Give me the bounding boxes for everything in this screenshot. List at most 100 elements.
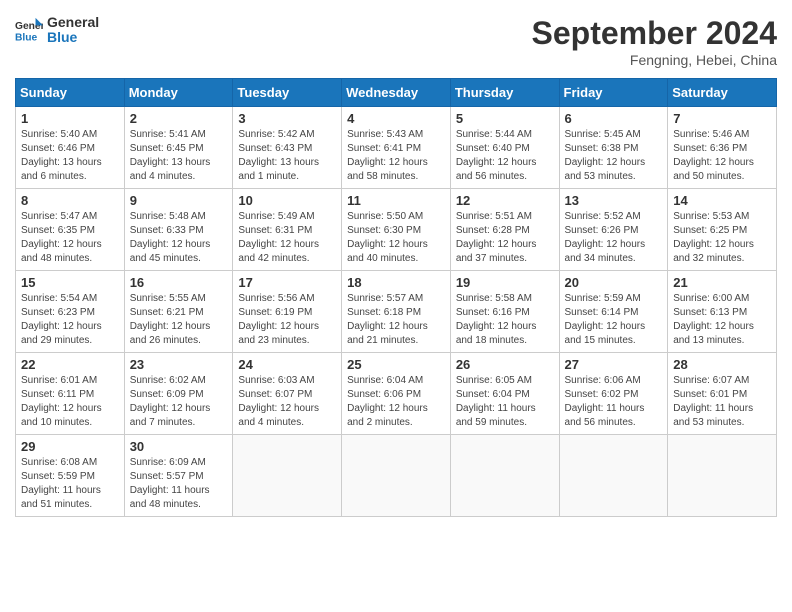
empty-cell-5 xyxy=(668,435,777,517)
day-cell-27: 27 Sunrise: 6:06 AM Sunset: 6:02 PM Dayl… xyxy=(559,353,668,435)
page-header: General Blue General Blue September 2024… xyxy=(15,15,777,68)
day-number-6: 6 xyxy=(565,111,663,126)
day-cell-21: 21 Sunrise: 6:00 AM Sunset: 6:13 PM Dayl… xyxy=(668,271,777,353)
day-info-26: Sunrise: 6:05 AM Sunset: 6:04 PM Dayligh… xyxy=(456,374,554,430)
day-info-24: Sunrise: 6:03 AM Sunset: 6:07 PM Dayligh… xyxy=(238,374,336,430)
header-friday: Friday xyxy=(559,79,668,107)
day-info-11: Sunrise: 5:50 AM Sunset: 6:30 PM Dayligh… xyxy=(347,210,445,266)
day-cell-26: 26 Sunrise: 6:05 AM Sunset: 6:04 PM Dayl… xyxy=(450,353,559,435)
day-cell-12: 12 Sunrise: 5:51 AM Sunset: 6:28 PM Dayl… xyxy=(450,189,559,271)
day-info-4: Sunrise: 5:43 AM Sunset: 6:41 PM Dayligh… xyxy=(347,128,445,184)
day-cell-10: 10 Sunrise: 5:49 AM Sunset: 6:31 PM Dayl… xyxy=(233,189,342,271)
day-cell-17: 17 Sunrise: 5:56 AM Sunset: 6:19 PM Dayl… xyxy=(233,271,342,353)
day-info-27: Sunrise: 6:06 AM Sunset: 6:02 PM Dayligh… xyxy=(565,374,663,430)
day-cell-20: 20 Sunrise: 5:59 AM Sunset: 6:14 PM Dayl… xyxy=(559,271,668,353)
day-info-6: Sunrise: 5:45 AM Sunset: 6:38 PM Dayligh… xyxy=(565,128,663,184)
week-row-2: 8 Sunrise: 5:47 AM Sunset: 6:35 PM Dayli… xyxy=(16,189,777,271)
day-number-28: 28 xyxy=(673,357,771,372)
day-cell-25: 25 Sunrise: 6:04 AM Sunset: 6:06 PM Dayl… xyxy=(342,353,451,435)
day-info-16: Sunrise: 5:55 AM Sunset: 6:21 PM Dayligh… xyxy=(130,292,228,348)
week-row-1: 1 Sunrise: 5:40 AM Sunset: 6:46 PM Dayli… xyxy=(16,107,777,189)
day-number-10: 10 xyxy=(238,193,336,208)
day-cell-29: 29 Sunrise: 6:08 AM Sunset: 5:59 PM Dayl… xyxy=(16,435,125,517)
day-number-5: 5 xyxy=(456,111,554,126)
day-number-15: 15 xyxy=(21,275,119,290)
day-number-19: 19 xyxy=(456,275,554,290)
day-number-8: 8 xyxy=(21,193,119,208)
header-tuesday: Tuesday xyxy=(233,79,342,107)
day-info-17: Sunrise: 5:56 AM Sunset: 6:19 PM Dayligh… xyxy=(238,292,336,348)
header-wednesday: Wednesday xyxy=(342,79,451,107)
day-number-18: 18 xyxy=(347,275,445,290)
day-info-2: Sunrise: 5:41 AM Sunset: 6:45 PM Dayligh… xyxy=(130,128,228,184)
day-info-7: Sunrise: 5:46 AM Sunset: 6:36 PM Dayligh… xyxy=(673,128,771,184)
logo-icon: General Blue xyxy=(15,16,43,44)
day-info-29: Sunrise: 6:08 AM Sunset: 5:59 PM Dayligh… xyxy=(21,456,119,512)
day-cell-15: 15 Sunrise: 5:54 AM Sunset: 6:23 PM Dayl… xyxy=(16,271,125,353)
day-number-20: 20 xyxy=(565,275,663,290)
day-number-26: 26 xyxy=(456,357,554,372)
day-number-4: 4 xyxy=(347,111,445,126)
day-info-12: Sunrise: 5:51 AM Sunset: 6:28 PM Dayligh… xyxy=(456,210,554,266)
day-cell-24: 24 Sunrise: 6:03 AM Sunset: 6:07 PM Dayl… xyxy=(233,353,342,435)
day-info-14: Sunrise: 5:53 AM Sunset: 6:25 PM Dayligh… xyxy=(673,210,771,266)
day-cell-8: 8 Sunrise: 5:47 AM Sunset: 6:35 PM Dayli… xyxy=(16,189,125,271)
day-number-9: 9 xyxy=(130,193,228,208)
day-info-9: Sunrise: 5:48 AM Sunset: 6:33 PM Dayligh… xyxy=(130,210,228,266)
week-row-4: 22 Sunrise: 6:01 AM Sunset: 6:11 PM Dayl… xyxy=(16,353,777,435)
day-number-13: 13 xyxy=(565,193,663,208)
day-info-18: Sunrise: 5:57 AM Sunset: 6:18 PM Dayligh… xyxy=(347,292,445,348)
logo-general: General xyxy=(47,15,99,30)
week-row-5: 29 Sunrise: 6:08 AM Sunset: 5:59 PM Dayl… xyxy=(16,435,777,517)
day-cell-4: 4 Sunrise: 5:43 AM Sunset: 6:41 PM Dayli… xyxy=(342,107,451,189)
day-info-19: Sunrise: 5:58 AM Sunset: 6:16 PM Dayligh… xyxy=(456,292,554,348)
day-cell-14: 14 Sunrise: 5:53 AM Sunset: 6:25 PM Dayl… xyxy=(668,189,777,271)
header-thursday: Thursday xyxy=(450,79,559,107)
calendar-table: Sunday Monday Tuesday Wednesday Thursday… xyxy=(15,78,777,517)
weekday-header-row: Sunday Monday Tuesday Wednesday Thursday… xyxy=(16,79,777,107)
day-cell-18: 18 Sunrise: 5:57 AM Sunset: 6:18 PM Dayl… xyxy=(342,271,451,353)
day-cell-11: 11 Sunrise: 5:50 AM Sunset: 6:30 PM Dayl… xyxy=(342,189,451,271)
day-number-29: 29 xyxy=(21,439,119,454)
day-number-25: 25 xyxy=(347,357,445,372)
day-number-7: 7 xyxy=(673,111,771,126)
day-cell-2: 2 Sunrise: 5:41 AM Sunset: 6:45 PM Dayli… xyxy=(124,107,233,189)
header-monday: Monday xyxy=(124,79,233,107)
day-info-13: Sunrise: 5:52 AM Sunset: 6:26 PM Dayligh… xyxy=(565,210,663,266)
day-info-20: Sunrise: 5:59 AM Sunset: 6:14 PM Dayligh… xyxy=(565,292,663,348)
empty-cell-4 xyxy=(559,435,668,517)
day-info-3: Sunrise: 5:42 AM Sunset: 6:43 PM Dayligh… xyxy=(238,128,336,184)
day-info-28: Sunrise: 6:07 AM Sunset: 6:01 PM Dayligh… xyxy=(673,374,771,430)
day-cell-30: 30 Sunrise: 6:09 AM Sunset: 5:57 PM Dayl… xyxy=(124,435,233,517)
day-info-25: Sunrise: 6:04 AM Sunset: 6:06 PM Dayligh… xyxy=(347,374,445,430)
day-info-22: Sunrise: 6:01 AM Sunset: 6:11 PM Dayligh… xyxy=(21,374,119,430)
day-number-22: 22 xyxy=(21,357,119,372)
header-saturday: Saturday xyxy=(668,79,777,107)
day-number-27: 27 xyxy=(565,357,663,372)
day-cell-19: 19 Sunrise: 5:58 AM Sunset: 6:16 PM Dayl… xyxy=(450,271,559,353)
day-cell-1: 1 Sunrise: 5:40 AM Sunset: 6:46 PM Dayli… xyxy=(16,107,125,189)
day-info-5: Sunrise: 5:44 AM Sunset: 6:40 PM Dayligh… xyxy=(456,128,554,184)
day-cell-6: 6 Sunrise: 5:45 AM Sunset: 6:38 PM Dayli… xyxy=(559,107,668,189)
empty-cell-2 xyxy=(342,435,451,517)
logo-blue: Blue xyxy=(47,30,99,45)
day-cell-7: 7 Sunrise: 5:46 AM Sunset: 6:36 PM Dayli… xyxy=(668,107,777,189)
day-cell-16: 16 Sunrise: 5:55 AM Sunset: 6:21 PM Dayl… xyxy=(124,271,233,353)
day-cell-22: 22 Sunrise: 6:01 AM Sunset: 6:11 PM Dayl… xyxy=(16,353,125,435)
week-row-3: 15 Sunrise: 5:54 AM Sunset: 6:23 PM Dayl… xyxy=(16,271,777,353)
header-sunday: Sunday xyxy=(16,79,125,107)
day-number-21: 21 xyxy=(673,275,771,290)
day-number-30: 30 xyxy=(130,439,228,454)
day-cell-28: 28 Sunrise: 6:07 AM Sunset: 6:01 PM Dayl… xyxy=(668,353,777,435)
day-cell-3: 3 Sunrise: 5:42 AM Sunset: 6:43 PM Dayli… xyxy=(233,107,342,189)
day-cell-13: 13 Sunrise: 5:52 AM Sunset: 6:26 PM Dayl… xyxy=(559,189,668,271)
day-cell-9: 9 Sunrise: 5:48 AM Sunset: 6:33 PM Dayli… xyxy=(124,189,233,271)
day-number-2: 2 xyxy=(130,111,228,126)
day-cell-23: 23 Sunrise: 6:02 AM Sunset: 6:09 PM Dayl… xyxy=(124,353,233,435)
day-number-14: 14 xyxy=(673,193,771,208)
day-info-30: Sunrise: 6:09 AM Sunset: 5:57 PM Dayligh… xyxy=(130,456,228,512)
day-info-15: Sunrise: 5:54 AM Sunset: 6:23 PM Dayligh… xyxy=(21,292,119,348)
day-number-11: 11 xyxy=(347,193,445,208)
day-number-12: 12 xyxy=(456,193,554,208)
day-number-16: 16 xyxy=(130,275,228,290)
